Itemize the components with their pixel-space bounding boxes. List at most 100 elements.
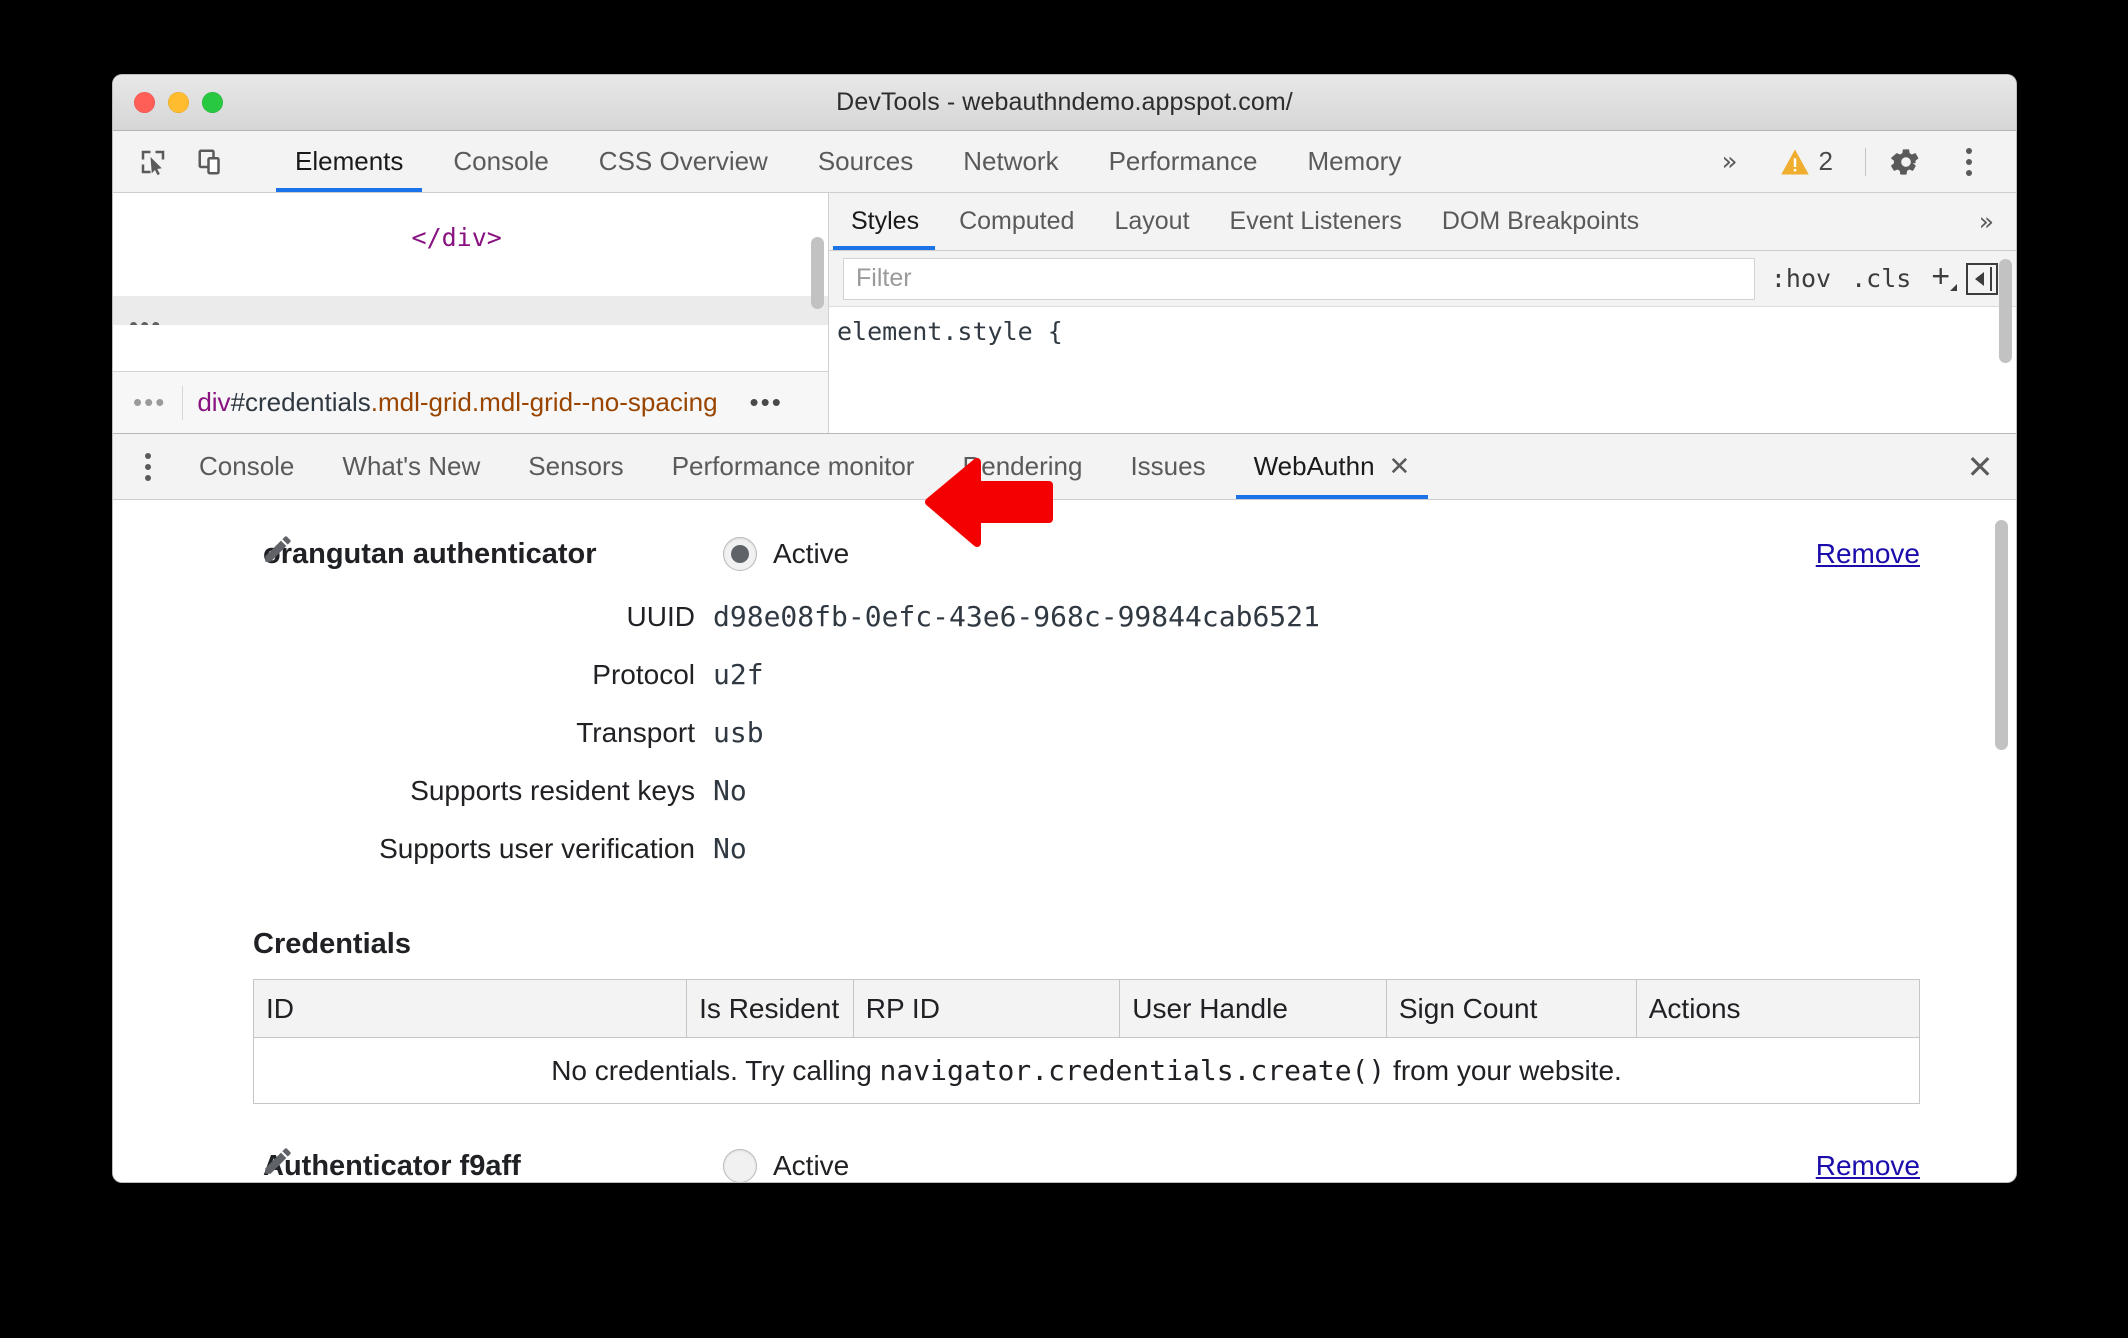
authenticator-header-2: Authenticator f9aff Active Remove [113,1138,2016,1182]
kebab-menu-icon[interactable] [1942,147,1996,176]
breadcrumb-overflow-right[interactable]: ••• [732,387,801,418]
active-radio-unchecked[interactable] [723,1149,757,1182]
drawer-tab-console[interactable]: Console [175,434,318,499]
device-toolbar-icon[interactable] [189,140,233,184]
tab-styles[interactable]: Styles [829,193,939,250]
warning-count-button[interactable]: 2 [1766,146,1847,177]
panel-tab-list: Elements Console CSS Overview Sources Ne… [270,131,1426,192]
property-row-resident-keys: Supports resident keys No [113,774,2016,832]
element-style-rule[interactable]: element.style { [837,317,2016,346]
drawer-tab-webauthn[interactable]: WebAuthn ✕ [1230,434,1435,499]
drawer-tab-sensors[interactable]: Sensors [504,434,647,499]
dom-tree-scrollbar[interactable] [811,237,824,309]
styles-more-tabs-chevron-icon[interactable]: » [1957,193,2016,250]
dom-node-line-1: ▸<div id="credentials" class="mdl- [113,298,828,325]
breadcrumb-overflow-left[interactable]: ••• [113,387,182,418]
tab-sources-label: Sources [817,146,914,176]
property-row-transport: Transport usb [113,716,2016,774]
pencil-icon[interactable] [261,532,295,571]
toggle-computed-sidebar-icon[interactable] [1966,262,1998,295]
credentials-empty-row: No credentials. Try calling navigator.cr… [253,1037,1920,1104]
property-label-resident-keys: Supports resident keys [410,775,695,806]
drawer-tab-webauthn-label: WebAuthn [1253,451,1375,481]
gear-icon[interactable] [1884,140,1928,184]
remove-authenticator-link-2[interactable]: Remove [1816,1150,1920,1182]
property-row-uuid: UUID d98e08fb-0efc-43e6-968c-99844cab652… [113,600,2016,658]
window-title: DevTools - webauthndemo.appspot.com/ [836,88,1293,116]
property-row-protocol: Protocol u2f [113,658,2016,716]
devtools-main-toolbar: Elements Console CSS Overview Sources Ne… [113,131,2016,193]
active-radio-checked[interactable] [723,537,757,571]
tab-performance[interactable]: Performance [1084,131,1283,192]
active-radio-label: Active [773,538,850,569]
styles-pane: Styles Computed Layout Event Listeners D… [829,193,2016,433]
warning-triangle-icon [1780,149,1809,174]
column-header-actions[interactable]: Actions [1636,979,1920,1038]
tab-console-label: Console [453,146,549,176]
tab-css-overview[interactable]: CSS Overview [574,131,793,192]
pencil-icon-2[interactable] [261,1144,295,1182]
new-style-rule-button[interactable]: + [1921,258,1958,299]
tab-layout-label: Layout [1114,207,1190,235]
styles-tab-list: Styles Computed Layout Event Listeners D… [829,193,2016,251]
tab-sources[interactable]: Sources [793,131,938,192]
more-panels-chevron-icon[interactable]: » [1700,147,1760,177]
breadcrumb-classes: .mdl-grid.mdl-grid--no-spacing [370,387,718,417]
breadcrumb-item-div[interactable]: div#credentials.mdl-grid.mdl-grid--no-sp… [183,387,731,418]
inspect-cursor-icon[interactable] [131,140,175,184]
authenticator-active-toggle-2[interactable]: Active [723,1149,849,1182]
drawer-tab-rendering[interactable]: Rendering [938,434,1106,499]
tab-dom-breakpoints-label: DOM Breakpoints [1441,207,1640,235]
property-row-user-verification: Supports user verification No [113,832,2016,890]
hov-button[interactable]: :hov [1761,264,1841,293]
warning-count-label: 2 [1818,146,1833,176]
drawer-tab-whats-new-label: What's New [342,451,481,481]
styles-scrollbar[interactable] [1999,259,2012,363]
authenticator-name: orangutan authenticator [263,537,597,570]
breadcrumb-id: #credentials [230,387,371,417]
property-value-resident-keys: No [713,774,747,807]
column-header-id[interactable]: ID [253,979,688,1038]
tab-computed-label: Computed [959,207,1075,235]
column-header-sign-count[interactable]: Sign Count [1386,979,1637,1038]
tab-elements[interactable]: Elements [270,131,428,192]
tab-computed[interactable]: Computed [939,193,1094,250]
tab-network-label: Network [963,146,1059,176]
column-header-is-resident[interactable]: Is Resident [686,979,854,1038]
empty-message-suffix: from your website. [1385,1055,1622,1086]
elements-panel-split: </div> ••• ▸<div id="credentials" class=… [113,193,2016,433]
close-drawer-icon[interactable]: ✕ [1944,434,2016,499]
tab-memory[interactable]: Memory [1282,131,1426,192]
authenticator-active-toggle-1[interactable]: Active [723,537,849,571]
webauthn-scrollbar[interactable] [1995,520,2008,750]
property-value-transport: usb [713,716,764,749]
remove-authenticator-link-1[interactable]: Remove [1816,538,1920,570]
empty-message-prefix: No credentials. Try calling [551,1055,880,1086]
toolbar-left-icons [113,131,270,192]
styles-filter-input[interactable]: Filter [843,257,1755,300]
dom-tree-scroll[interactable]: </div> ••• ▸<div id="credentials" class=… [113,193,828,325]
cls-button[interactable]: .cls [1841,264,1921,293]
drawer-tab-issues[interactable]: Issues [1106,434,1229,499]
drawer-tab-performance-monitor[interactable]: Performance monitor [648,434,939,499]
drawer-tab-rendering-label: Rendering [962,451,1083,481]
column-header-rp-id[interactable]: RP ID [853,979,1121,1038]
tab-event-listeners[interactable]: Event Listeners [1210,193,1422,250]
dom-line-above[interactable]: </div> [113,193,828,296]
column-header-user-handle[interactable]: User Handle [1119,979,1387,1038]
tab-layout[interactable]: Layout [1094,193,1209,250]
drawer: Console What's New Sensors Performance m… [113,433,2016,1182]
breadcrumb: ••• div#credentials.mdl-grid.mdl-grid--n… [113,371,828,433]
tab-dom-breakpoints[interactable]: DOM Breakpoints [1422,193,1659,250]
tab-network[interactable]: Network [938,131,1083,192]
tab-css-overview-label: CSS Overview [598,146,768,176]
styles-rules-list: element.style { [829,307,2016,433]
tab-console[interactable]: Console [428,131,573,192]
tab-event-listeners-label: Event Listeners [1229,207,1402,235]
drawer-menu-icon[interactable] [121,434,175,499]
close-webauthn-tab-icon[interactable]: ✕ [1389,452,1411,482]
breadcrumb-tag: div [197,387,231,417]
drawer-tab-whats-new[interactable]: What's New [318,434,504,499]
webauthn-panel: orangutan authenticator Active Remove UU… [113,500,2016,1182]
dom-node-credentials[interactable]: ••• ▸<div id="credentials" class="mdl- g… [113,296,828,325]
